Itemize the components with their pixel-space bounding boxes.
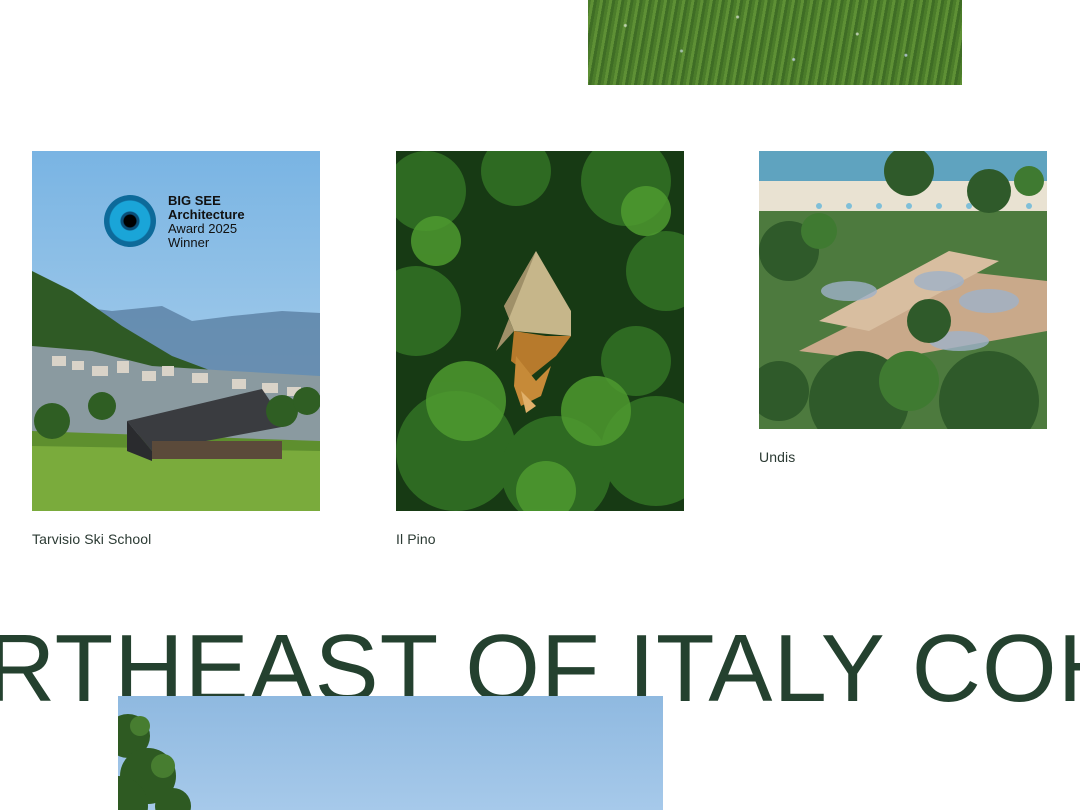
project-caption-il-pino[interactable]: Il Pino [396,531,436,547]
project-image-tarvisio[interactable]: BIG SEE Architecture Award 2025 Winner [32,151,320,511]
award-text: BIG SEE Architecture Award 2025 Winner [168,194,245,250]
il-pino-scene [396,151,684,511]
project-image-il-pino[interactable] [396,151,684,511]
award-badge: BIG SEE Architecture Award 2025 Winner [104,191,284,255]
project-caption-tarvisio[interactable]: Tarvisio Ski School [32,531,151,547]
undis-scene [759,151,1047,429]
bottom-photo-scene [118,714,191,810]
bottom-photo [118,696,663,810]
project-image-undis[interactable] [759,151,1047,429]
project-caption-undis[interactable]: Undis [759,449,795,465]
award-line-1: BIG SEE [168,193,221,208]
award-line-2: Architecture [168,207,245,222]
award-line-3: Award 2025 [168,221,238,236]
award-eye-icon [104,195,156,247]
meadow-photo [588,0,962,85]
award-line-4: Winner [168,235,210,250]
